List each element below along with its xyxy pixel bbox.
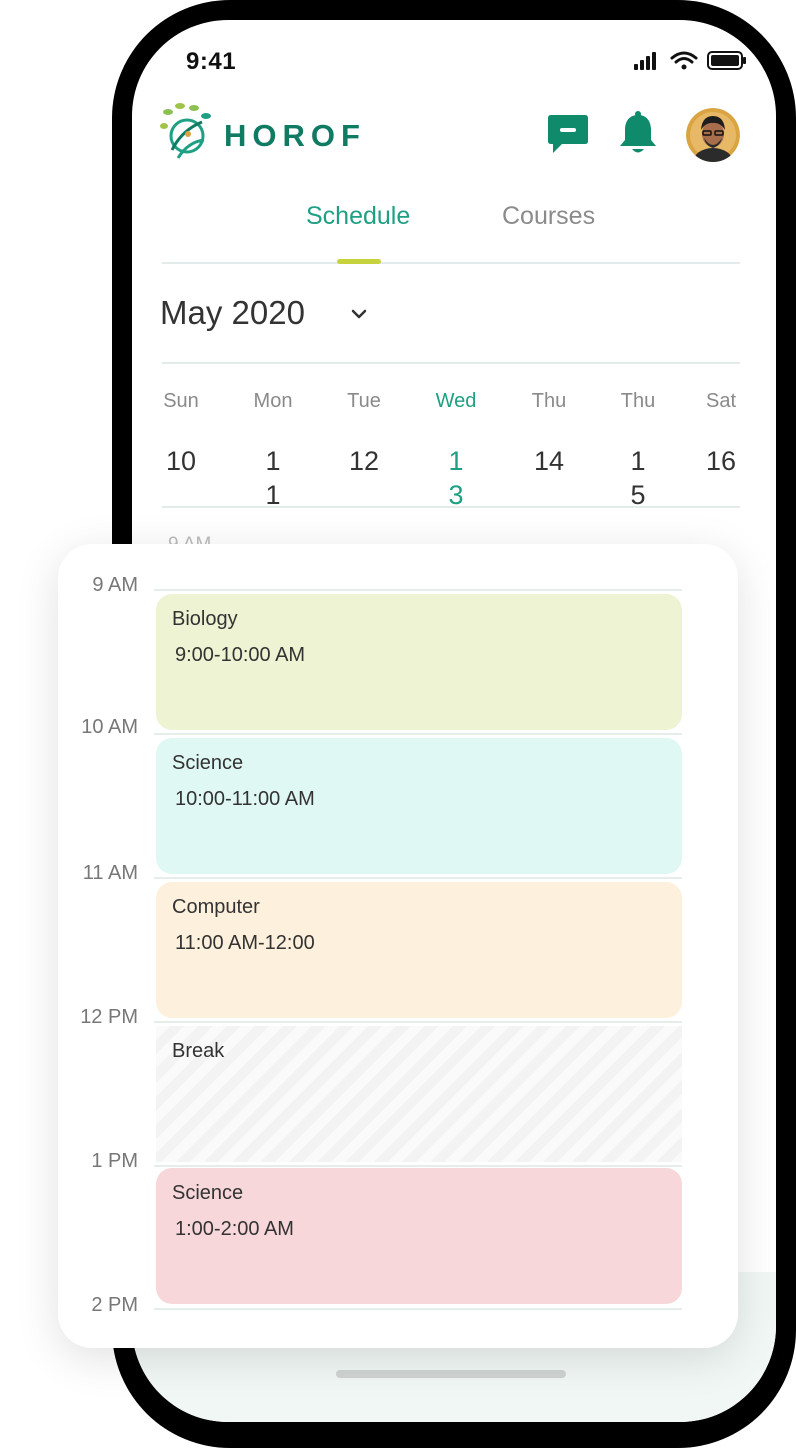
day-number: 10 bbox=[165, 446, 197, 476]
hour-line bbox=[154, 589, 682, 591]
active-tab-indicator bbox=[337, 259, 381, 264]
day-number: 16 bbox=[705, 446, 737, 476]
event-biology[interactable]: Biology 9:00-10:00 AM bbox=[156, 594, 682, 730]
status-icons bbox=[634, 51, 746, 70]
event-title: Biology bbox=[172, 608, 238, 630]
hour-line bbox=[154, 733, 682, 735]
day-sun[interactable]: Sun 10 bbox=[144, 390, 218, 478]
day-name: Sat bbox=[705, 390, 737, 412]
day-name: Wed bbox=[435, 390, 477, 412]
tab-courses[interactable]: Courses bbox=[502, 202, 595, 231]
time-label: 9 AM bbox=[92, 574, 138, 596]
hour-line bbox=[154, 1165, 682, 1167]
avatar[interactable] bbox=[686, 108, 740, 162]
day-name: Tue bbox=[347, 390, 381, 412]
event-break: Break bbox=[156, 1026, 682, 1162]
time-label: 1 PM bbox=[91, 1150, 138, 1172]
day-number: 15 bbox=[630, 446, 646, 510]
home-indicator[interactable] bbox=[336, 1370, 566, 1378]
event-science[interactable]: Science 10:00-11:00 AM bbox=[156, 738, 682, 874]
month-label[interactable]: May 2020 bbox=[160, 294, 305, 332]
day-fri[interactable]: Thu 15 bbox=[601, 390, 675, 512]
event-science-afternoon[interactable]: Science 1:00-2:00 AM bbox=[156, 1168, 682, 1304]
days-divider bbox=[162, 506, 740, 508]
bell-icon[interactable] bbox=[618, 110, 658, 156]
chevron-down-icon[interactable] bbox=[346, 303, 372, 325]
day-name: Mon bbox=[253, 390, 293, 412]
status-time: 9:41 bbox=[186, 48, 237, 75]
event-title: Science bbox=[172, 752, 244, 774]
day-name: Thu bbox=[531, 390, 567, 412]
hour-line bbox=[154, 1021, 682, 1023]
event-title: Break bbox=[172, 1040, 225, 1062]
event-title: Computer bbox=[172, 896, 260, 918]
time-label: 10 AM bbox=[81, 716, 138, 738]
hour-line bbox=[154, 1308, 682, 1310]
time-label: 12 PM bbox=[80, 1006, 138, 1028]
day-tue[interactable]: Tue 12 bbox=[327, 390, 401, 478]
event-title: Science bbox=[172, 1182, 244, 1204]
day-name: Thu bbox=[620, 390, 656, 412]
day-number: 13 bbox=[448, 446, 464, 510]
event-computer[interactable]: Computer 11:00 AM-12:00 PM bbox=[156, 882, 682, 1018]
event-time: 10:00-11:00 AM bbox=[175, 788, 315, 810]
event-time: 1:00-2:00 AM bbox=[175, 1218, 294, 1240]
message-icon[interactable] bbox=[546, 113, 590, 155]
horof-logo-icon bbox=[160, 103, 211, 159]
battery-icon bbox=[707, 51, 746, 70]
day-mon[interactable]: Mon 11 bbox=[236, 390, 310, 512]
time-label: 2 PM bbox=[91, 1294, 138, 1316]
day-wed[interactable]: Wed 13 bbox=[419, 390, 493, 512]
tab-schedule[interactable]: Schedule bbox=[306, 202, 410, 231]
tabs-divider bbox=[162, 262, 740, 264]
day-thu[interactable]: Thu 14 bbox=[512, 390, 586, 478]
month-divider bbox=[162, 362, 740, 364]
day-name: Sun bbox=[163, 390, 199, 412]
schedule-card: 9 AM 10 AM 11 AM 12 PM 1 PM 2 PM Biology… bbox=[58, 544, 738, 1348]
event-time: 9:00-10:00 AM bbox=[175, 644, 306, 666]
wifi-icon bbox=[670, 51, 698, 70]
signal-icon bbox=[634, 52, 656, 70]
time-label: 11 AM bbox=[82, 862, 138, 884]
day-number: 14 bbox=[533, 446, 565, 476]
hour-line bbox=[154, 877, 682, 879]
day-sat[interactable]: Sat 16 bbox=[684, 390, 758, 478]
day-number: 11 bbox=[265, 446, 281, 510]
brand-name: HOROF bbox=[224, 118, 366, 153]
day-number: 12 bbox=[348, 446, 380, 476]
event-time: 11:00 AM-12:00 PM bbox=[175, 932, 315, 960]
